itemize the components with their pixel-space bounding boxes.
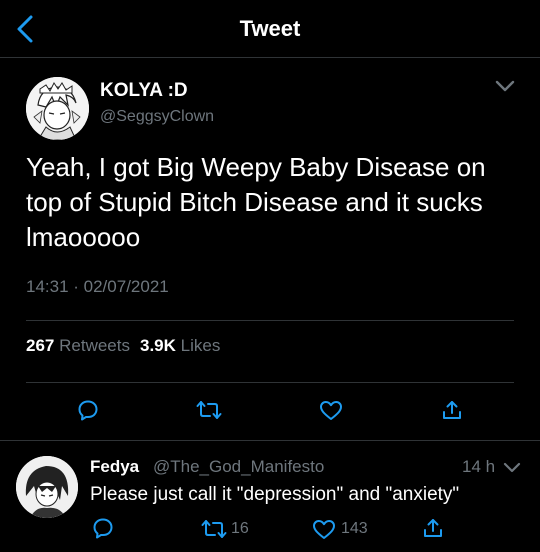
share-icon[interactable] bbox=[441, 399, 463, 421]
tweet-timestamp[interactable]: 14:31 · 02/07/2021 bbox=[26, 277, 169, 297]
reply-timestamp: 14 h bbox=[462, 457, 496, 476]
retweet-icon[interactable] bbox=[196, 399, 222, 421]
page-title: Tweet bbox=[239, 16, 301, 41]
reply-author-handle[interactable]: @The_God_Manifesto bbox=[153, 457, 324, 477]
reply-avatar[interactable] bbox=[16, 456, 78, 518]
reply-like-count: 143 bbox=[341, 520, 368, 537]
heart-icon[interactable] bbox=[319, 400, 343, 421]
chevron-down-icon[interactable] bbox=[494, 78, 516, 94]
divider bbox=[26, 320, 514, 321]
reply-author-name[interactable]: Fedya bbox=[90, 457, 139, 477]
author-handle[interactable]: @SeggsyClown bbox=[100, 108, 214, 126]
likes-stat[interactable]: 3.9K Likes bbox=[140, 336, 220, 355]
reply-icon[interactable] bbox=[77, 399, 99, 421]
divider bbox=[26, 382, 514, 383]
retweets-stat[interactable]: 267 Retweets bbox=[26, 336, 130, 355]
share-icon[interactable] bbox=[422, 517, 444, 539]
avatar[interactable] bbox=[26, 77, 89, 140]
heart-icon[interactable] bbox=[312, 519, 336, 540]
top-bar: Tweet bbox=[0, 0, 540, 58]
divider bbox=[0, 440, 540, 441]
reply-retweet-count: 16 bbox=[231, 520, 249, 537]
retweet-icon[interactable] bbox=[201, 518, 227, 540]
author-name[interactable]: KOLYA :D bbox=[100, 80, 188, 102]
tweet-stats: 267 Retweets 3.9K Likes bbox=[26, 336, 220, 356]
tweet-text: Yeah, I got Big Weepy Baby Disease on to… bbox=[26, 152, 486, 252]
chevron-down-icon[interactable] bbox=[503, 461, 521, 474]
reply-icon[interactable] bbox=[92, 517, 114, 539]
reply-text: Please just call it "depression" and "an… bbox=[90, 484, 460, 505]
